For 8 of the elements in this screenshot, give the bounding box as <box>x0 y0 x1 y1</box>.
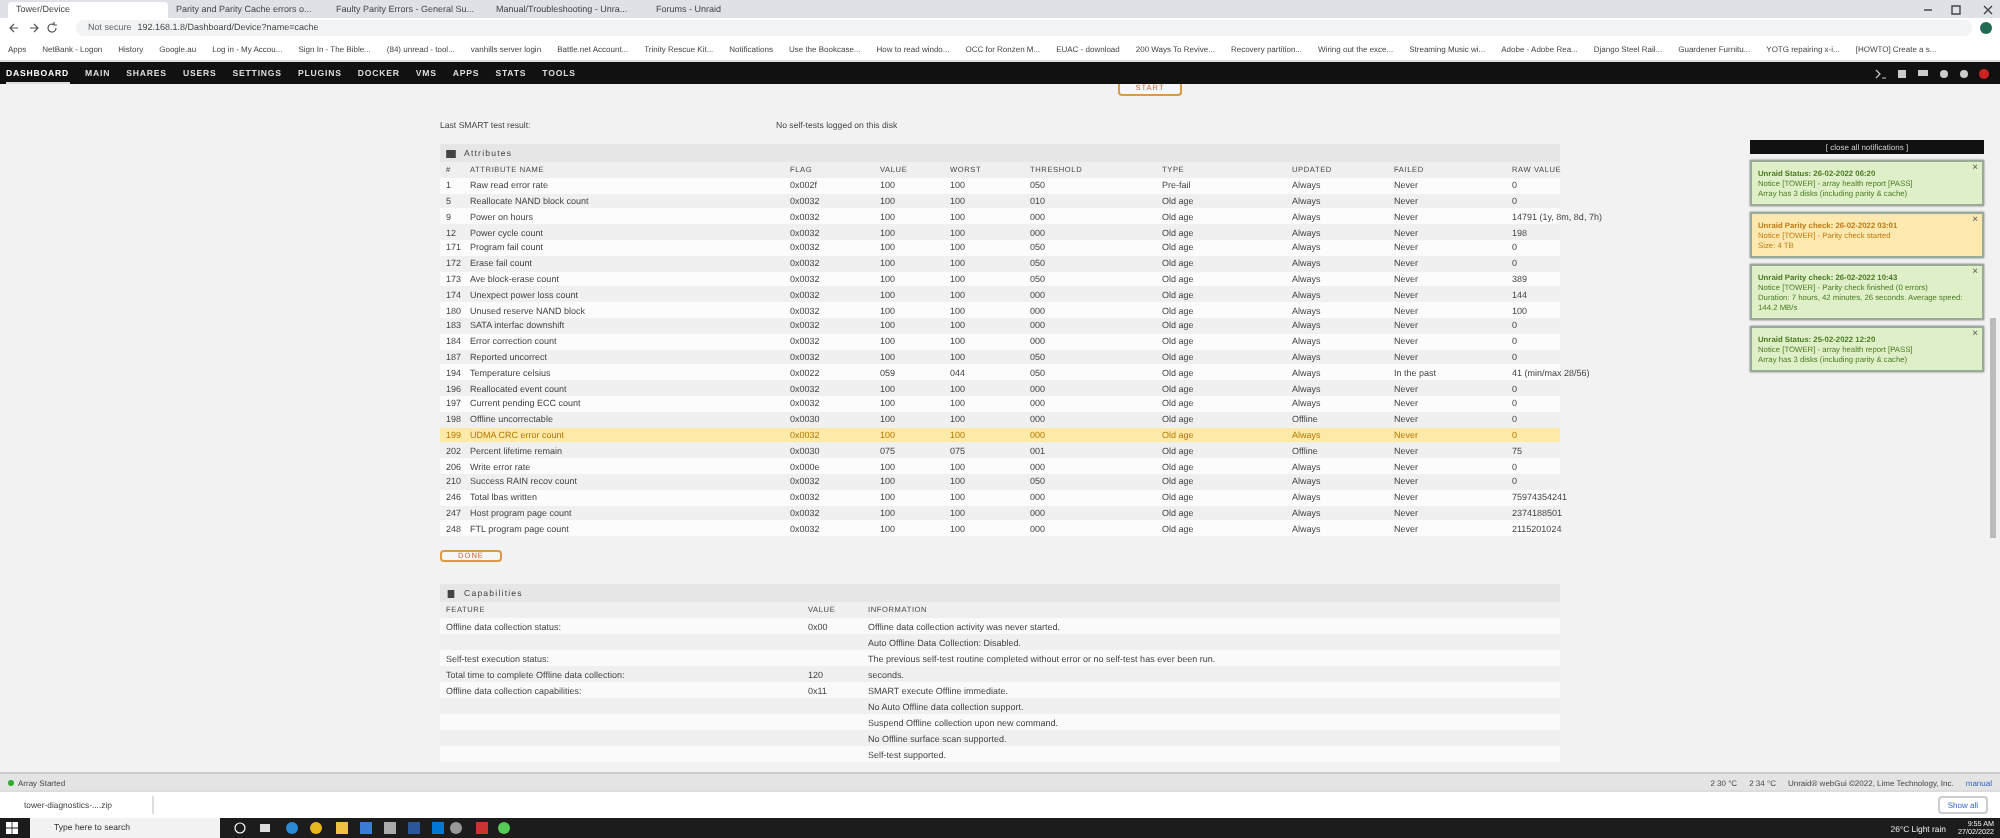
scrollbar-thumb[interactable] <box>1990 318 1996 538</box>
status-dot-icon <box>8 779 14 785</box>
profile-avatar-icon[interactable] <box>1980 22 1992 34</box>
taskbar-app-icons[interactable] <box>232 820 512 836</box>
document-icon <box>446 589 456 598</box>
windows-start-icon[interactable] <box>6 822 18 834</box>
table-icon <box>446 149 456 157</box>
toolbar-icons[interactable] <box>1874 67 1994 79</box>
